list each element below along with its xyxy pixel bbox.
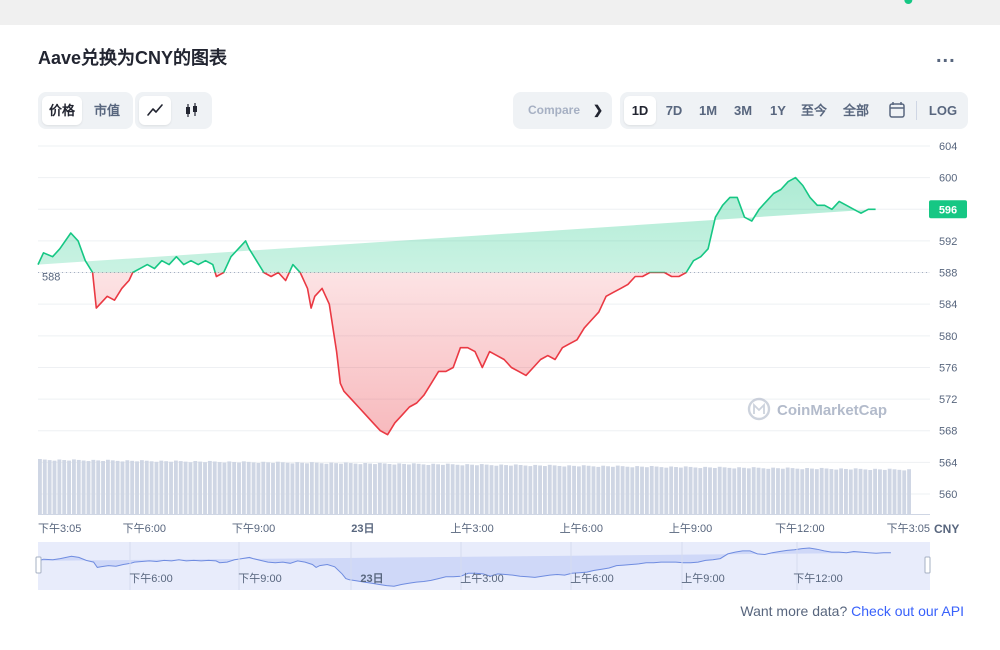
range-1d[interactable]: 1D bbox=[624, 96, 656, 125]
api-link[interactable]: Check out our API bbox=[851, 603, 964, 619]
tab-market-cap[interactable]: 市值 bbox=[86, 96, 128, 125]
last-price-dot bbox=[904, 0, 913, 4]
chart-style-toggle bbox=[135, 92, 212, 129]
tab-price[interactable]: 价格 bbox=[42, 96, 82, 125]
calendar-icon[interactable] bbox=[880, 96, 914, 125]
range-1m[interactable]: 1M bbox=[692, 96, 724, 125]
compare-label: Compare bbox=[528, 103, 581, 117]
range-7d[interactable]: 7D bbox=[658, 96, 690, 125]
chevron-down-icon: ❯ bbox=[592, 103, 603, 117]
metric-toggle: 价格 市值 bbox=[38, 92, 133, 129]
range-all[interactable]: 全部 bbox=[836, 96, 876, 125]
log-scale-toggle[interactable]: LOG bbox=[922, 96, 964, 125]
candlestick-icon[interactable] bbox=[175, 96, 208, 125]
range-toggle: 1D 7D 1M 3M 1Y 至今 全部 LOG bbox=[620, 92, 968, 129]
divider bbox=[916, 101, 917, 120]
api-promo-text: Want more data? bbox=[740, 603, 852, 619]
line-chart-icon[interactable] bbox=[139, 96, 171, 125]
compare-dropdown[interactable]: Compare ❯ bbox=[513, 92, 612, 129]
more-options-icon[interactable]: ... bbox=[936, 45, 956, 68]
chart-title: Aave兑换为CNY的图表 bbox=[38, 48, 228, 68]
api-promo: Want more data? Check out our API bbox=[740, 603, 964, 619]
range-1y[interactable]: 1Y bbox=[762, 96, 794, 125]
page-edge bbox=[990, 25, 1000, 650]
range-3m[interactable]: 3M bbox=[726, 96, 760, 125]
range-ytd[interactable]: 至今 bbox=[796, 96, 832, 125]
